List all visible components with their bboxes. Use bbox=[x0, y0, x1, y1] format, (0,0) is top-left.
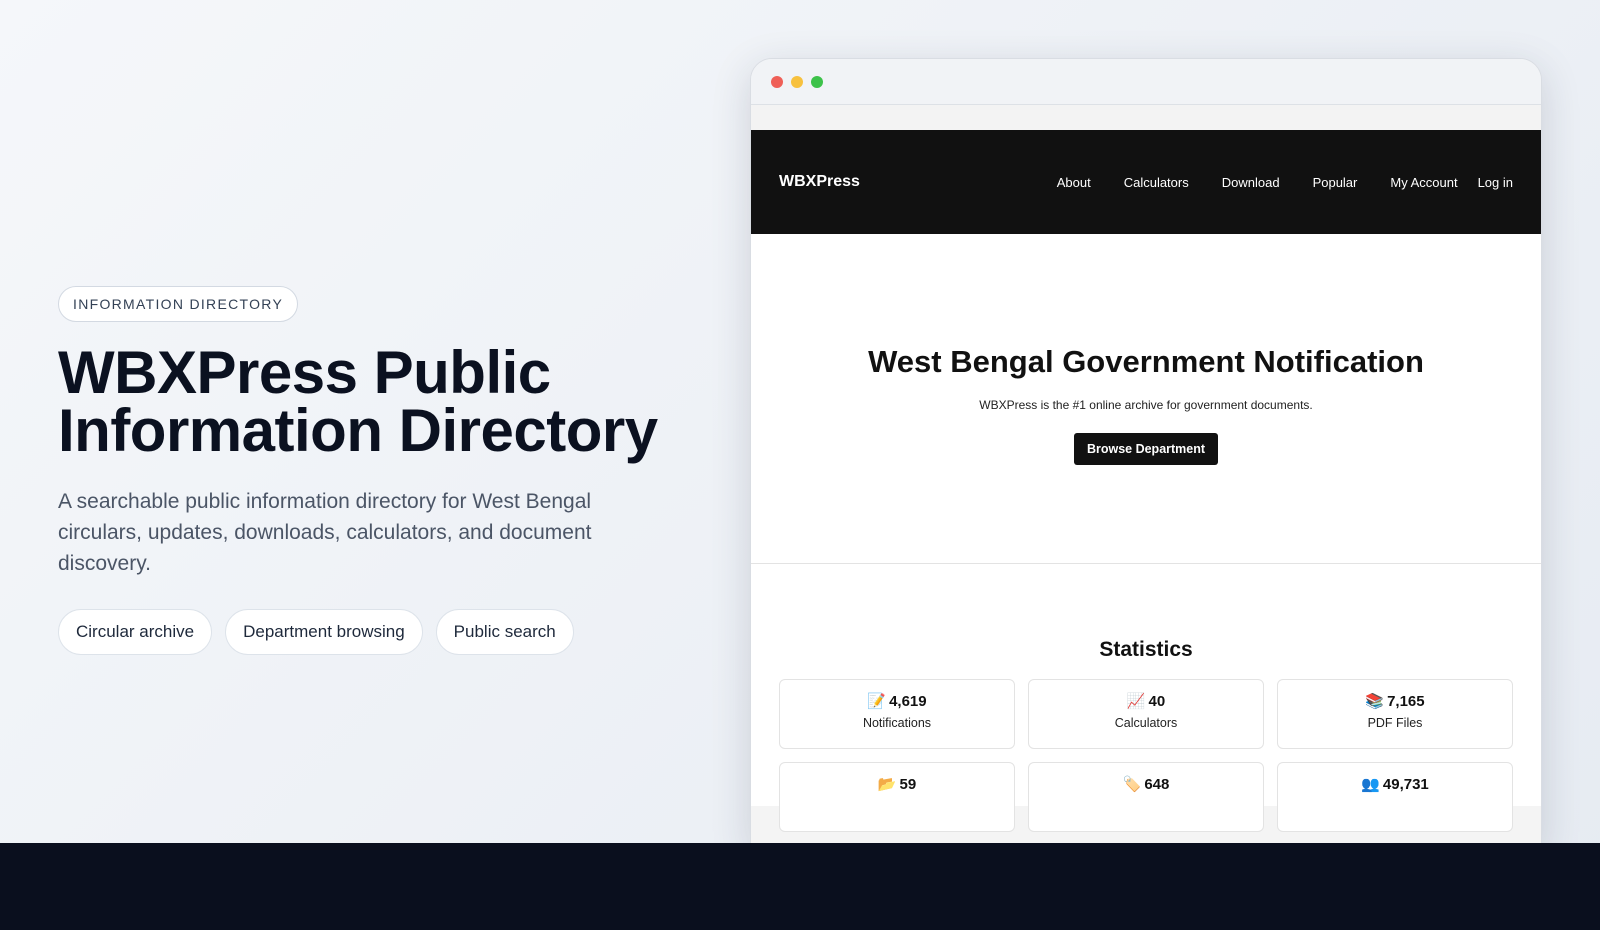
chip-public-search[interactable]: Public search bbox=[435, 609, 574, 655]
stat-card-notifications: 📝 4,619 Notifications bbox=[779, 679, 1015, 749]
books-icon: 📚 bbox=[1365, 693, 1385, 710]
stat-card-calculators: 📈 40 Calculators bbox=[1028, 679, 1264, 749]
open-folder-icon: 📂 bbox=[877, 776, 897, 793]
nav-item-download[interactable]: Download bbox=[1222, 175, 1280, 190]
nav-item-my-account[interactable]: My Account bbox=[1390, 175, 1457, 190]
browser-window: WBXPress About Calculators Download Popu… bbox=[750, 58, 1542, 848]
browse-department-button[interactable]: Browse Department bbox=[1073, 433, 1219, 465]
statistics-heading: Statistics bbox=[1099, 638, 1193, 661]
stat-card-tags: 🏷️ 648 bbox=[1028, 762, 1264, 832]
page-title: WBXPress Public Information Directory bbox=[58, 343, 698, 461]
site-hero: West Bengal Government Notification WBXP… bbox=[751, 234, 1541, 564]
nav-item-log-in[interactable]: Log in bbox=[1478, 175, 1513, 190]
site-subtitle: WBXPress is the #1 online archive for go… bbox=[979, 398, 1313, 412]
site-brand-link[interactable]: WBXPress bbox=[779, 173, 860, 191]
page-title-line-1: WBXPress Public bbox=[58, 339, 551, 406]
nav-item-calculators[interactable]: Calculators bbox=[1124, 175, 1189, 190]
chip-department-browsing[interactable]: Department browsing bbox=[225, 609, 423, 655]
users-icon: 👥 bbox=[1361, 776, 1380, 793]
stat-label: Notifications bbox=[862, 716, 932, 730]
browser-toolbar-strip bbox=[751, 105, 1541, 130]
feature-chips: Circular archive Department browsing Pub… bbox=[58, 609, 698, 655]
stat-card-users: 👥 49,731 bbox=[1277, 762, 1513, 832]
memo-icon: 📝 bbox=[867, 693, 887, 710]
label-tag-icon: 🏷️ bbox=[1122, 776, 1142, 793]
minimize-window-dot bbox=[791, 75, 803, 88]
stat-card-folders: 📂 59 bbox=[779, 762, 1015, 832]
maximize-window-dot bbox=[811, 75, 823, 88]
hero-section: INFORMATION DIRECTORY WBXPress Public In… bbox=[58, 286, 698, 655]
page-description: A searchable public information director… bbox=[58, 490, 592, 575]
stat-value: 4,619 bbox=[889, 693, 927, 710]
browser-titlebar bbox=[751, 59, 1541, 105]
chip-circular-archive[interactable]: Circular archive bbox=[58, 609, 213, 655]
stat-value: 7,165 bbox=[1387, 693, 1425, 710]
stat-card-pdf-files: 📚 7,165 PDF Files bbox=[1277, 679, 1513, 749]
stat-label: Calculators bbox=[1114, 716, 1178, 730]
nav-links: About Calculators Download Popular My Ac… bbox=[1024, 175, 1513, 190]
category-badge: INFORMATION DIRECTORY bbox=[58, 286, 299, 322]
stat-value: 648 bbox=[1144, 776, 1170, 793]
site-title: West Bengal Government Notification bbox=[868, 344, 1424, 379]
page-title-line-2: Information Directory bbox=[58, 397, 658, 464]
statistics-grid: 📝 4,619 Notifications 📈 40 Calculators 📚 7,… bbox=[779, 679, 1513, 832]
nav-item-about[interactable]: About bbox=[1057, 175, 1091, 190]
stat-value: 40 bbox=[1148, 693, 1166, 710]
statistics-section: Statistics 📝 4,619 Notifications 📈 40 Calc… bbox=[751, 564, 1541, 832]
footer-band bbox=[0, 843, 1600, 930]
site-navbar: WBXPress About Calculators Download Popu… bbox=[751, 130, 1541, 234]
close-window-dot bbox=[771, 75, 783, 88]
chart-increasing-icon: 📈 bbox=[1126, 693, 1146, 710]
nav-item-popular[interactable]: Popular bbox=[1313, 175, 1358, 190]
stat-value: 49,731 bbox=[1382, 776, 1429, 793]
stat-label: PDF Files bbox=[1367, 716, 1423, 730]
stat-value: 59 bbox=[899, 776, 917, 793]
